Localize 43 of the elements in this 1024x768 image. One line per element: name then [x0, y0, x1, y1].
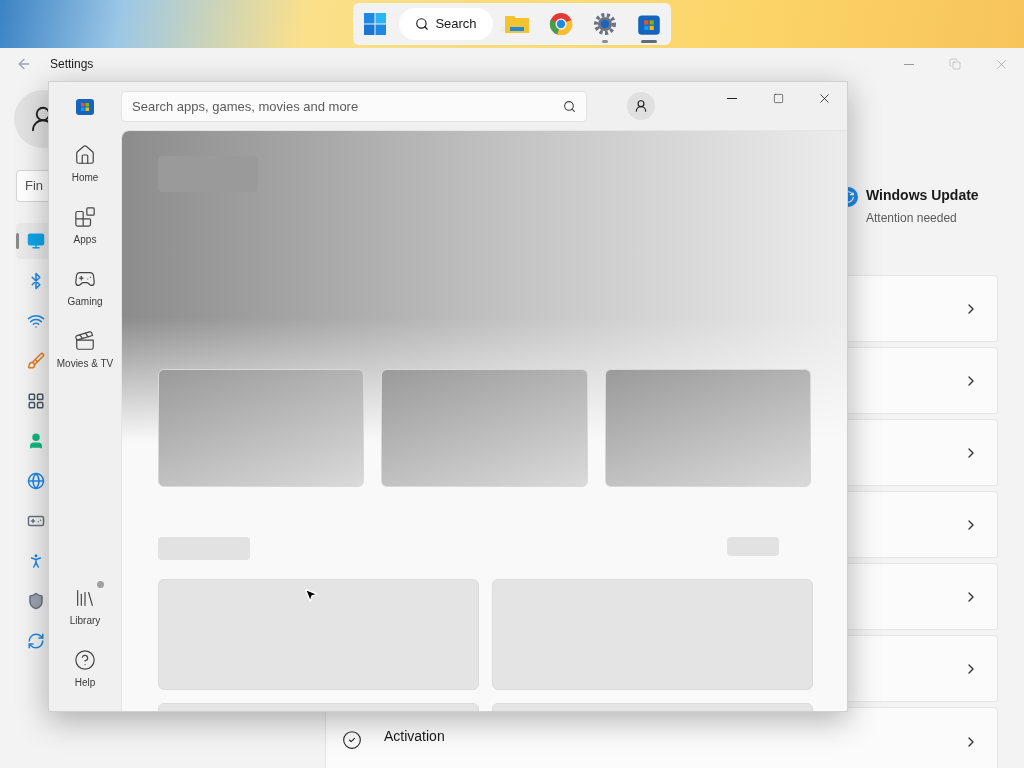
apps-icon [74, 205, 96, 228]
gear-icon [592, 12, 617, 36]
start-icon [363, 12, 388, 36]
wifi-icon [27, 312, 45, 330]
running-indicator [640, 40, 657, 43]
nav-item[interactable]: Movies & TV [53, 322, 117, 378]
search-field[interactable]: Fin [16, 170, 48, 202]
account-button[interactable] [627, 92, 655, 120]
maximize-icon [772, 92, 784, 104]
minimize-icon [727, 97, 737, 99]
taskbar-search[interactable]: Search [399, 8, 493, 40]
search-icon [563, 100, 576, 113]
nav-item[interactable]: Apps [53, 198, 117, 254]
running-indicator [601, 40, 608, 43]
minimize-icon [904, 63, 914, 65]
shield-icon [27, 592, 45, 610]
person-icon [634, 99, 648, 113]
restore-icon [949, 58, 961, 70]
search-icon [415, 17, 430, 31]
back-icon[interactable] [16, 56, 32, 72]
search-field[interactable]: Search apps, games, movies and more [121, 91, 587, 122]
status-title: Windows Update [866, 186, 979, 205]
person-icon [27, 432, 45, 450]
nav-item[interactable]: Gaming [53, 260, 117, 316]
clapperboard-icon [74, 329, 96, 352]
browser-icon [548, 12, 573, 36]
card-title: Activation [384, 727, 445, 746]
globe-icon [27, 472, 45, 490]
check-circle-icon [342, 730, 362, 750]
nav-item[interactable]: Library [53, 579, 117, 635]
mouse-cursor-icon [303, 587, 319, 603]
apps-icon [27, 392, 45, 410]
settings-card[interactable]: Activation [325, 707, 998, 768]
update-icon [27, 632, 45, 650]
nav-item[interactable]: Help [53, 641, 117, 697]
help-icon [74, 648, 96, 671]
window-title: Settings [50, 56, 94, 73]
home-icon [74, 143, 96, 166]
store-icon [75, 96, 95, 116]
display-icon [27, 232, 45, 250]
status-subtitle: Attention needed [866, 210, 958, 227]
brush-icon [27, 352, 45, 370]
nav-item[interactable]: Home [53, 136, 117, 192]
